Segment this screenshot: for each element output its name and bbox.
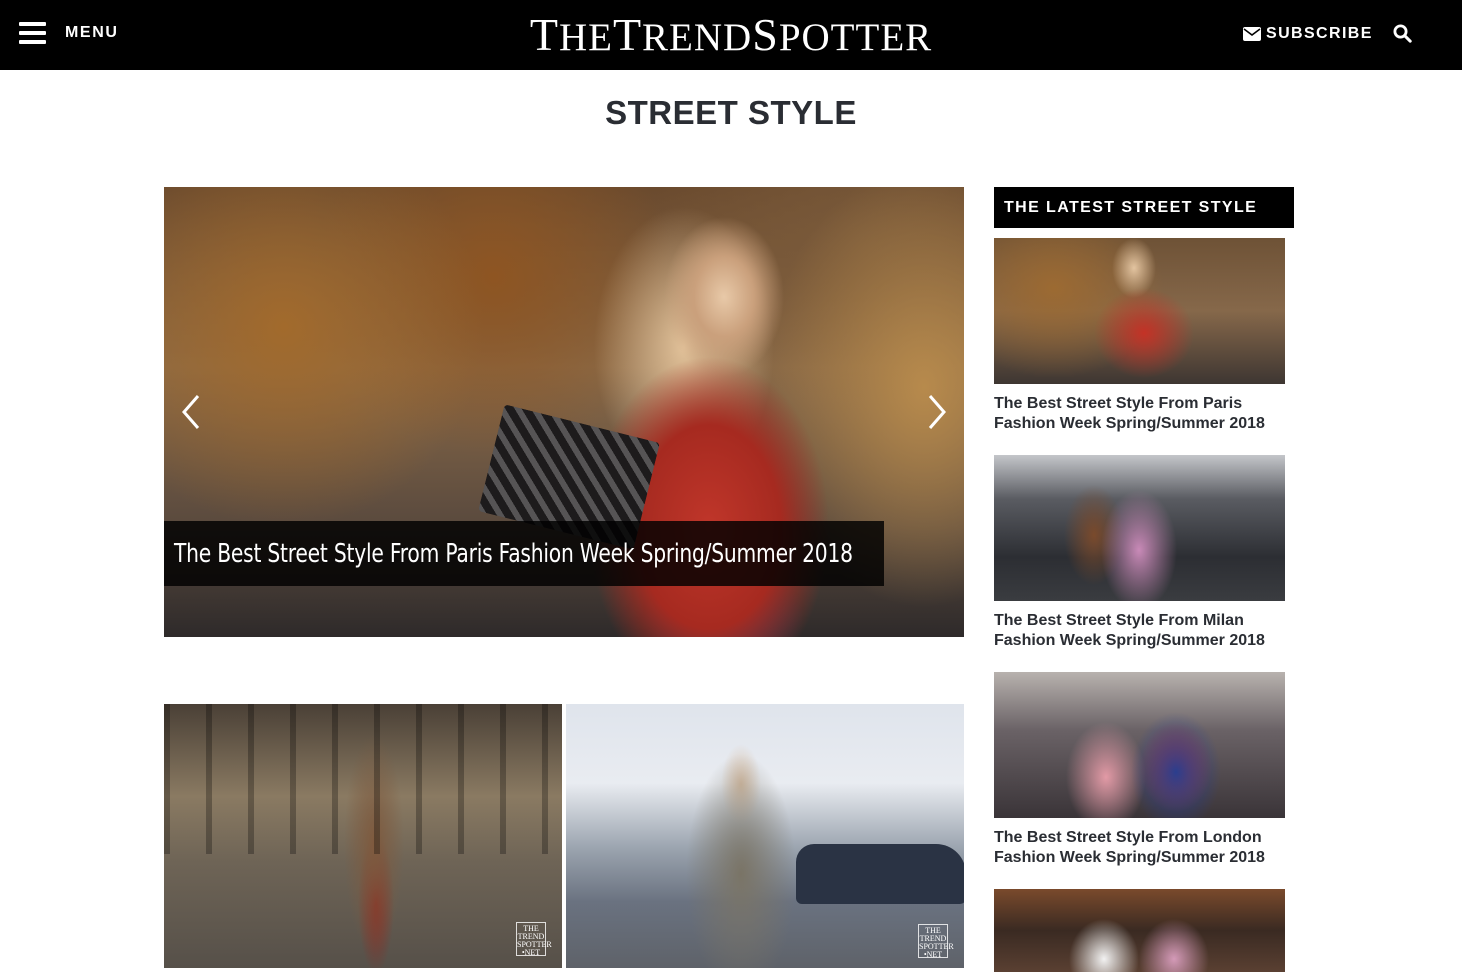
page-title: STREET STYLE xyxy=(605,94,857,131)
logo-letter: T xyxy=(612,9,643,60)
watermark-text: •NET xyxy=(521,948,541,957)
subscribe-label: SUBSCRIBE xyxy=(1266,25,1373,42)
sidebar-article-title[interactable]: The Best Street Style From London Fashio… xyxy=(994,828,1294,868)
sidebar-article[interactable] xyxy=(994,889,1285,972)
hero-slider[interactable]: The Best Street Style From Paris Fashion… xyxy=(164,187,964,637)
site-header: MENU THETRENDSPOTTER SUBSCRIBE xyxy=(0,0,1462,70)
sidebar-article-image[interactable] xyxy=(994,238,1285,384)
logo-letter: T xyxy=(529,9,559,60)
slider-prev-button[interactable] xyxy=(176,392,206,432)
sidebar-article-title[interactable]: The Best Street Style From Milan Fashion… xyxy=(994,611,1294,651)
logo-letters: POTTER xyxy=(778,16,933,59)
chevron-right-icon xyxy=(928,395,946,429)
sidebar-heading: THE LATEST STREET STYLE xyxy=(994,187,1294,228)
sidebar-article[interactable]: The Best Street Style From Milan Fashion… xyxy=(994,455,1285,651)
thumbnail-image xyxy=(796,844,964,904)
logo-letters: REND xyxy=(642,16,753,59)
logo-letters: HE xyxy=(558,16,613,59)
watermark-text: •NET xyxy=(923,950,943,959)
envelope-icon xyxy=(1243,27,1261,41)
search-icon xyxy=(1393,24,1412,43)
sidebar-article-image[interactable] xyxy=(994,672,1285,818)
hero-caption[interactable]: The Best Street Style From Paris Fashion… xyxy=(164,521,884,586)
logo-letter: S xyxy=(752,9,779,60)
sidebar-article-image[interactable] xyxy=(994,455,1285,601)
search-button[interactable] xyxy=(1393,24,1412,48)
thumbnail-image xyxy=(164,704,562,854)
hero-caption-text: The Best Street Style From Paris Fashion… xyxy=(174,538,853,569)
watermark-logo: THE TREND SPOTTER •NET xyxy=(516,922,552,957)
sidebar-article-image[interactable] xyxy=(994,889,1285,972)
watermark-logo: THE TREND SPOTTER •NET xyxy=(918,924,954,959)
slider-next-button[interactable] xyxy=(922,392,952,432)
chevron-left-icon xyxy=(182,395,200,429)
sidebar-article-title[interactable]: The Best Street Style From Paris Fashion… xyxy=(994,394,1294,434)
sidebar-article[interactable]: The Best Street Style From London Fashio… xyxy=(994,672,1285,868)
article-thumbnail[interactable]: THE TREND SPOTTER •NET xyxy=(566,704,964,968)
subscribe-button[interactable]: SUBSCRIBE xyxy=(1243,22,1373,46)
article-thumbnail[interactable]: THE TREND SPOTTER •NET xyxy=(164,704,562,968)
sidebar-article[interactable]: The Best Street Style From Paris Fashion… xyxy=(994,238,1285,434)
